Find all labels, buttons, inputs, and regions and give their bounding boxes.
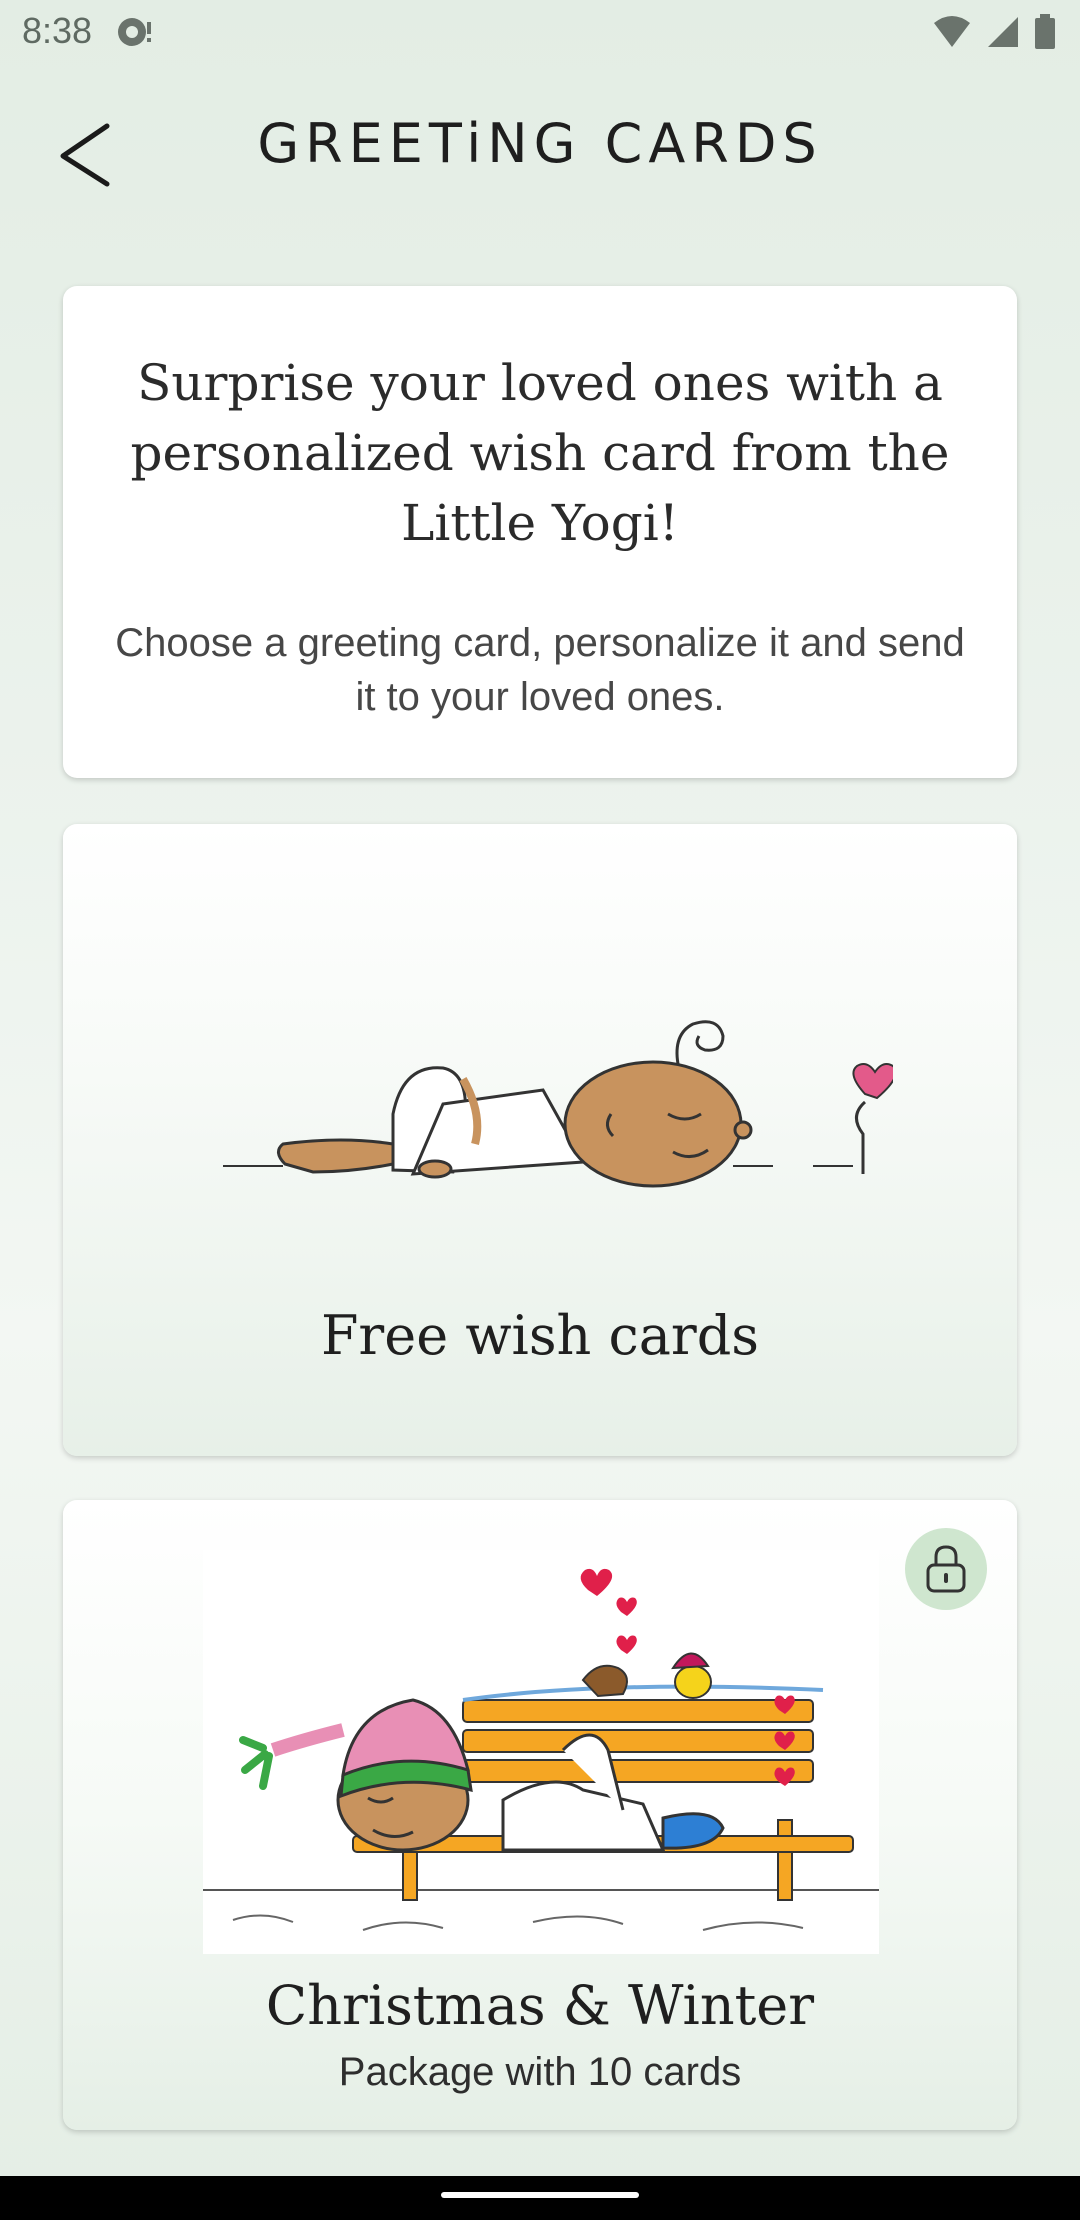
card-subtitle: Package with 10 cards [338, 2050, 742, 2094]
wifi-icon [934, 16, 970, 47]
notification-icon [114, 14, 154, 55]
status-icons [932, 14, 1056, 50]
app-bar: GREETiNG CARDS [0, 80, 1080, 220]
system-nav-bar [0, 2176, 1080, 2220]
free-wish-cards-card[interactable]: Free wish cards [63, 824, 1017, 1456]
lock-icon [926, 1545, 966, 1593]
intro-card: Surprise your loved ones with a personal… [63, 286, 1017, 778]
status-bar: 8:38 [0, 0, 1080, 64]
battery-icon [1035, 14, 1055, 49]
intro-heading: Surprise your loved ones with a personal… [130, 354, 950, 552]
lock-badge[interactable] [905, 1528, 987, 1610]
intro-subtext: Choose a greeting card, personalize it a… [115, 621, 965, 719]
little-yogi-lying-illustration [223, 1020, 893, 1188]
signal-icon [988, 17, 1018, 47]
card-title: Free wish cards [320, 1304, 760, 1367]
little-yogi-winter-bench-illustration [203, 1550, 879, 1954]
page-title: GREETiNG CARDS [257, 112, 823, 175]
home-indicator[interactable] [441, 2192, 639, 2198]
christmas-winter-card[interactable]: Christmas & Winter Package with 10 cards [63, 1500, 1017, 2130]
card-title: Christmas & Winter [265, 1974, 815, 2037]
status-time: 8:38 [22, 10, 93, 51]
